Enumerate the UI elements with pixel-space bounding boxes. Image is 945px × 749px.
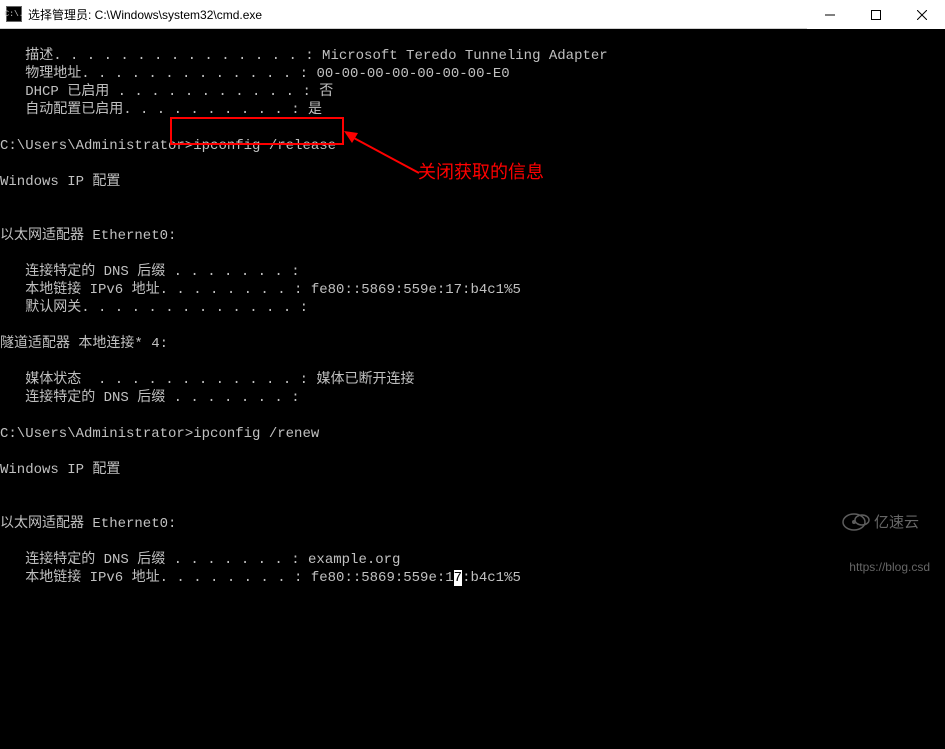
prompt: C:\Users\Administrator> — [0, 138, 193, 154]
watermark-logo-icon: 亿速云 — [806, 490, 930, 558]
output-line: 以太网适配器 Ethernet0: — [0, 516, 176, 532]
close-button[interactable] — [899, 0, 945, 29]
watermark-url: https://blog.csd — [849, 558, 930, 576]
output-line: 隧道适配器 本地连接* 4: — [0, 336, 168, 352]
window-title: 选择管理员: C:\Windows\system32\cmd.exe — [28, 6, 262, 23]
annotation-arrow-icon — [344, 131, 424, 181]
command-release: ipconfig /release — [193, 138, 336, 154]
output-line: 自动配置已启用. . . . . . . . . . : 是 — [0, 102, 322, 118]
minimize-button[interactable] — [807, 0, 853, 29]
output-line: 连接特定的 DNS 后缀 . . . . . . . : — [0, 390, 300, 406]
cmd-icon: C:\. — [6, 6, 22, 22]
output-line: Windows IP 配置 — [0, 462, 120, 478]
output-line: :b4c1%5 — [462, 570, 521, 586]
output-line: 以太网适配器 Ethernet0: — [0, 228, 176, 244]
output-line: 连接特定的 DNS 后缀 . . . . . . . : — [0, 264, 300, 280]
prompt: C:\Users\Administrator> — [0, 426, 193, 442]
window-titlebar: C:\. 选择管理员: C:\Windows\system32\cmd.exe — [0, 0, 945, 29]
output-line: 描述. . . . . . . . . . . . . . . : Micros… — [0, 48, 608, 64]
output-line: 连接特定的 DNS 后缀 . . . . . . . : example.org — [0, 552, 400, 568]
output-line: 媒体状态 . . . . . . . . . . . . : 媒体已断开连接 — [0, 372, 414, 388]
selected-char: 7 — [454, 570, 462, 586]
output-line: 本地链接 IPv6 地址. . . . . . . . : fe80::5869… — [0, 282, 521, 298]
output-line: 默认网关. . . . . . . . . . . . . : — [0, 300, 308, 316]
maximize-button[interactable] — [853, 0, 899, 29]
output-line: Windows IP 配置 — [0, 174, 120, 190]
terminal-output[interactable]: 描述. . . . . . . . . . . . . . . : Micros… — [0, 29, 945, 586]
output-line: DHCP 已启用 . . . . . . . . . . . : 否 — [0, 84, 333, 100]
output-line: 物理地址. . . . . . . . . . . . . : 00-00-00… — [0, 66, 510, 82]
svg-text:亿速云: 亿速云 — [874, 514, 919, 531]
command-renew: ipconfig /renew — [193, 426, 319, 442]
annotation-text: 关闭获取的信息 — [418, 163, 544, 181]
output-line: 本地链接 IPv6 地址. . . . . . . . : fe80::5869… — [0, 570, 454, 586]
window-controls — [807, 0, 945, 29]
